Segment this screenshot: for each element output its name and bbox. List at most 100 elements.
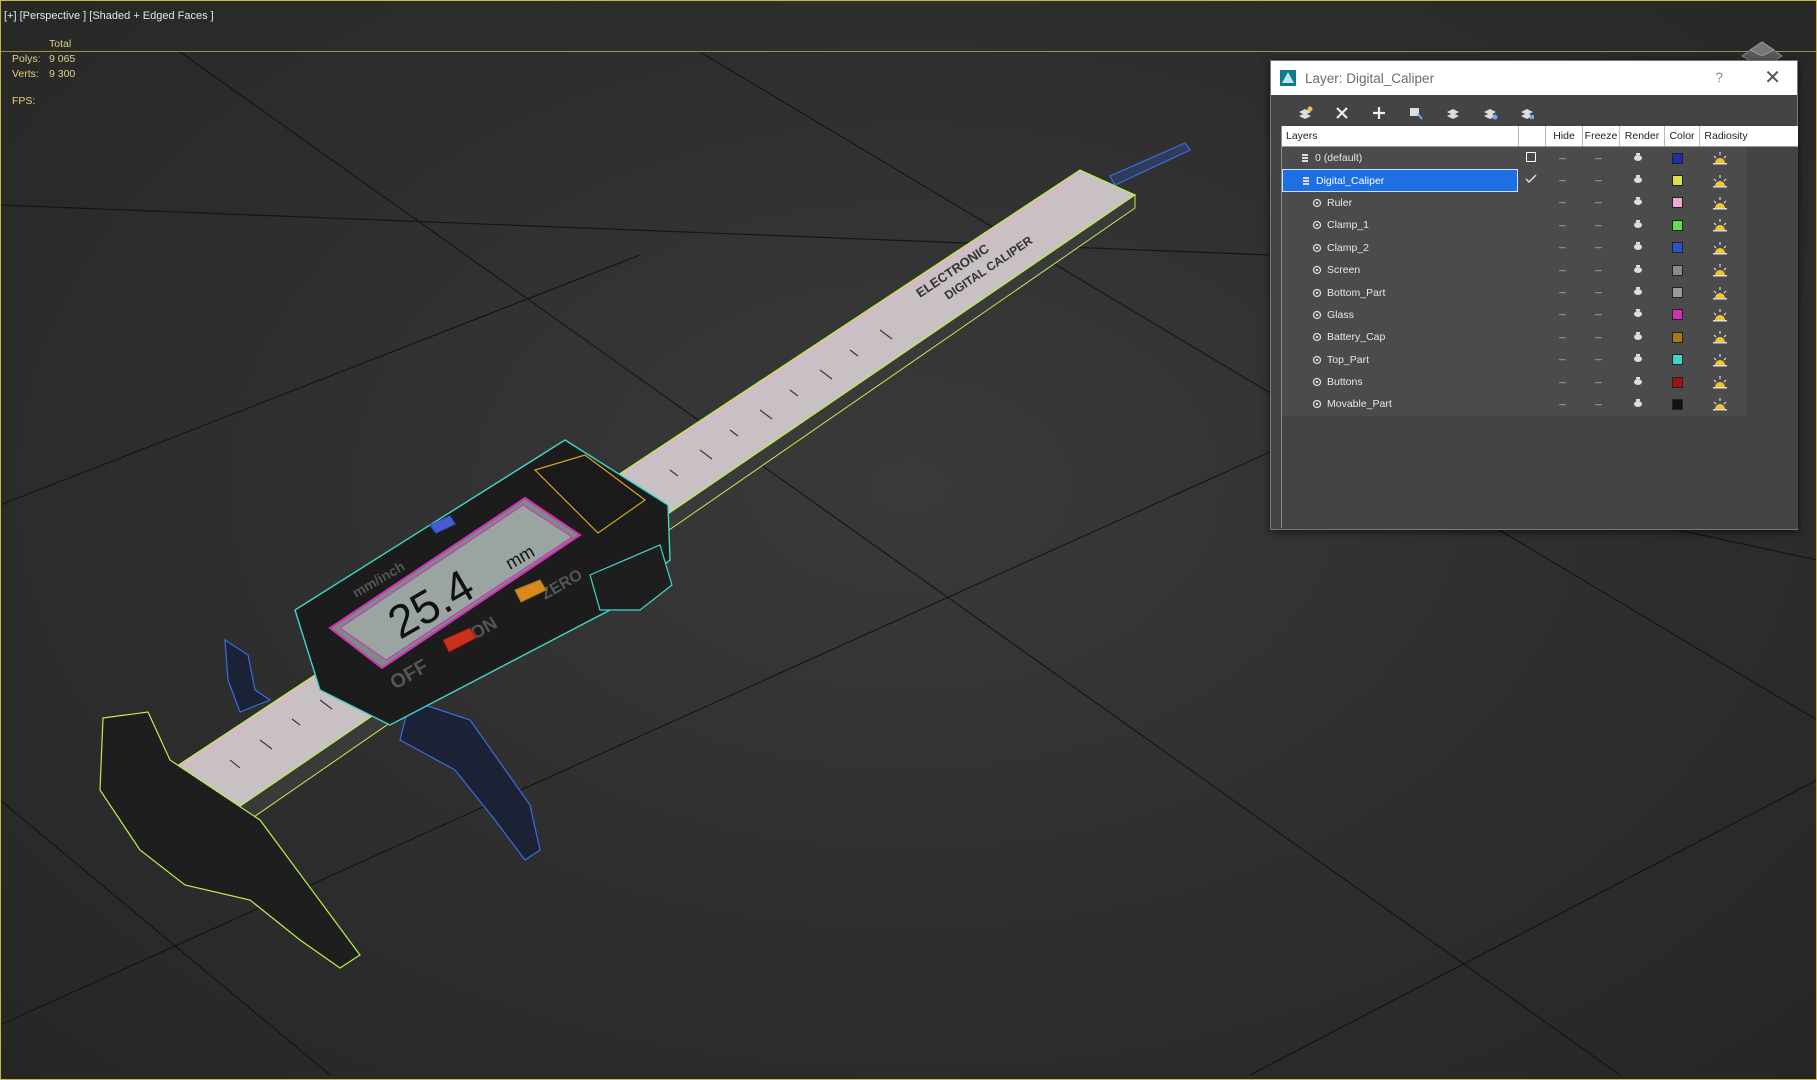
layer-color-swatch[interactable] [1660, 354, 1694, 366]
layer-row[interactable]: Movable_Part ---- ---- [1282, 393, 1747, 415]
current-layer-toggle[interactable] [1518, 174, 1544, 187]
layer-row[interactable]: Buttons ---- ---- [1282, 371, 1747, 393]
hide-toggle[interactable]: ---- [1544, 378, 1580, 387]
freeze-all-button[interactable] [1513, 99, 1541, 127]
layer-row[interactable]: Bottom_Part ---- ---- [1282, 281, 1747, 303]
layer-row[interactable]: Clamp_1 ---- ---- [1282, 214, 1747, 236]
layer-color-swatch[interactable] [1660, 331, 1694, 343]
layer-name-cell[interactable]: Top_Part [1282, 349, 1518, 371]
render-toggle[interactable] [1616, 398, 1660, 411]
layer-name-cell[interactable]: 0 (default) [1282, 147, 1518, 169]
hide-toggle[interactable]: ---- [1544, 288, 1580, 297]
radiosity-toggle[interactable] [1694, 218, 1746, 232]
column-hide[interactable]: Hide [1546, 126, 1583, 146]
render-toggle[interactable] [1616, 353, 1660, 366]
layer-color-swatch[interactable] [1660, 242, 1694, 254]
layer-name-cell[interactable]: Screen [1282, 259, 1518, 281]
layer-name-cell[interactable]: Movable_Part [1282, 393, 1518, 415]
freeze-toggle[interactable]: ---- [1580, 400, 1616, 409]
freeze-toggle[interactable]: ---- [1580, 378, 1616, 387]
render-toggle[interactable] [1616, 264, 1660, 277]
freeze-toggle[interactable]: ---- [1580, 198, 1616, 207]
radiosity-toggle[interactable] [1694, 353, 1746, 367]
add-to-layer-button[interactable] [1365, 99, 1393, 127]
layer-color-swatch[interactable] [1660, 152, 1694, 164]
hide-all-button[interactable] [1476, 99, 1504, 127]
freeze-toggle[interactable]: ---- [1580, 176, 1616, 185]
layer-row[interactable]: Glass ---- ---- [1282, 304, 1747, 326]
render-toggle[interactable] [1616, 308, 1660, 321]
hide-toggle[interactable]: ---- [1544, 176, 1580, 185]
render-toggle[interactable] [1616, 152, 1660, 165]
hide-toggle[interactable]: ---- [1544, 355, 1580, 364]
layer-row[interactable]: Battery_Cap ---- ---- [1282, 326, 1747, 348]
freeze-toggle[interactable]: ---- [1580, 288, 1616, 297]
layer-color-swatch[interactable] [1660, 197, 1694, 209]
radiosity-toggle[interactable] [1694, 375, 1746, 389]
hide-toggle[interactable]: ---- [1544, 310, 1580, 319]
hide-toggle[interactable]: ---- [1544, 266, 1580, 275]
column-color[interactable]: Color [1665, 126, 1700, 146]
caliper-model[interactable]: ELECTRONIC DIGITAL CALIPER 25.4 mm OFF O… [99, 142, 1191, 969]
layer-color-swatch[interactable] [1660, 398, 1694, 410]
freeze-toggle[interactable]: ---- [1580, 333, 1616, 342]
render-toggle[interactable] [1616, 286, 1660, 299]
freeze-toggle[interactable]: ---- [1580, 355, 1616, 364]
radiosity-toggle[interactable] [1694, 151, 1746, 165]
hide-toggle[interactable]: ---- [1544, 154, 1580, 163]
radiosity-toggle[interactable] [1694, 174, 1746, 188]
radiosity-toggle[interactable] [1694, 397, 1746, 411]
layer-row[interactable]: Digital_Caliper ---- ---- [1282, 169, 1747, 192]
current-layer-toggle[interactable] [1518, 151, 1544, 165]
layer-list[interactable]: Layers Hide Freeze Render Color Radiosit… [1281, 126, 1798, 528]
layer-color-swatch[interactable] [1660, 376, 1694, 388]
layer-color-swatch[interactable] [1660, 309, 1694, 321]
layer-color-swatch[interactable] [1660, 287, 1694, 299]
layer-name-cell[interactable]: Clamp_1 [1282, 214, 1518, 236]
layer-row[interactable]: 0 (default) ---- ---- [1282, 147, 1747, 169]
layer-row[interactable]: Screen ---- ---- [1282, 259, 1747, 281]
freeze-toggle[interactable]: ---- [1580, 266, 1616, 275]
freeze-toggle[interactable]: ---- [1580, 154, 1616, 163]
layer-color-swatch[interactable] [1660, 175, 1694, 187]
layer-row[interactable]: Top_Part ---- ---- [1282, 349, 1747, 371]
hide-toggle[interactable]: ---- [1544, 400, 1580, 409]
column-freeze[interactable]: Freeze [1583, 126, 1620, 146]
radiosity-toggle[interactable] [1694, 263, 1746, 277]
layer-name-cell[interactable]: Ruler [1282, 192, 1518, 214]
hide-toggle[interactable]: ---- [1544, 243, 1580, 252]
layer-color-swatch[interactable] [1660, 219, 1694, 231]
column-radiosity[interactable]: Radiosity [1700, 126, 1752, 146]
layer-name-cell[interactable]: Battery_Cap [1282, 326, 1518, 348]
layer-manager-dialog[interactable]: Layer: Digital_Caliper ? ✕ Layers Hide F… [1270, 60, 1798, 530]
radiosity-toggle[interactable] [1694, 286, 1746, 300]
render-toggle[interactable] [1616, 241, 1660, 254]
select-highlighted-button[interactable] [1402, 99, 1430, 127]
layer-color-swatch[interactable] [1660, 264, 1694, 276]
column-layers[interactable]: Layers [1282, 126, 1519, 146]
hide-toggle[interactable]: ---- [1544, 333, 1580, 342]
delete-layer-button[interactable] [1328, 99, 1356, 127]
radiosity-toggle[interactable] [1694, 330, 1746, 344]
hide-toggle[interactable]: ---- [1544, 198, 1580, 207]
freeze-toggle[interactable]: ---- [1580, 243, 1616, 252]
highlight-selected-button[interactable] [1439, 99, 1467, 127]
render-toggle[interactable] [1616, 196, 1660, 209]
hide-toggle[interactable]: ---- [1544, 221, 1580, 230]
close-button[interactable]: ✕ [1764, 65, 1781, 90]
layer-name-cell[interactable]: Buttons [1282, 371, 1518, 393]
create-layer-button[interactable] [1291, 99, 1319, 127]
render-toggle[interactable] [1616, 174, 1660, 187]
render-toggle[interactable] [1616, 331, 1660, 344]
radiosity-toggle[interactable] [1694, 196, 1746, 210]
column-render[interactable]: Render [1620, 126, 1665, 146]
layer-name-cell[interactable]: Clamp_2 [1282, 237, 1518, 259]
radiosity-toggle[interactable] [1694, 241, 1746, 255]
dialog-title-bar[interactable]: Layer: Digital_Caliper ? ✕ [1271, 61, 1797, 95]
render-toggle[interactable] [1616, 219, 1660, 232]
layer-row[interactable]: Ruler ---- ---- [1282, 192, 1747, 214]
layer-name-cell[interactable]: Glass [1282, 304, 1518, 326]
render-toggle[interactable] [1616, 376, 1660, 389]
freeze-toggle[interactable]: ---- [1580, 221, 1616, 230]
radiosity-toggle[interactable] [1694, 308, 1746, 322]
